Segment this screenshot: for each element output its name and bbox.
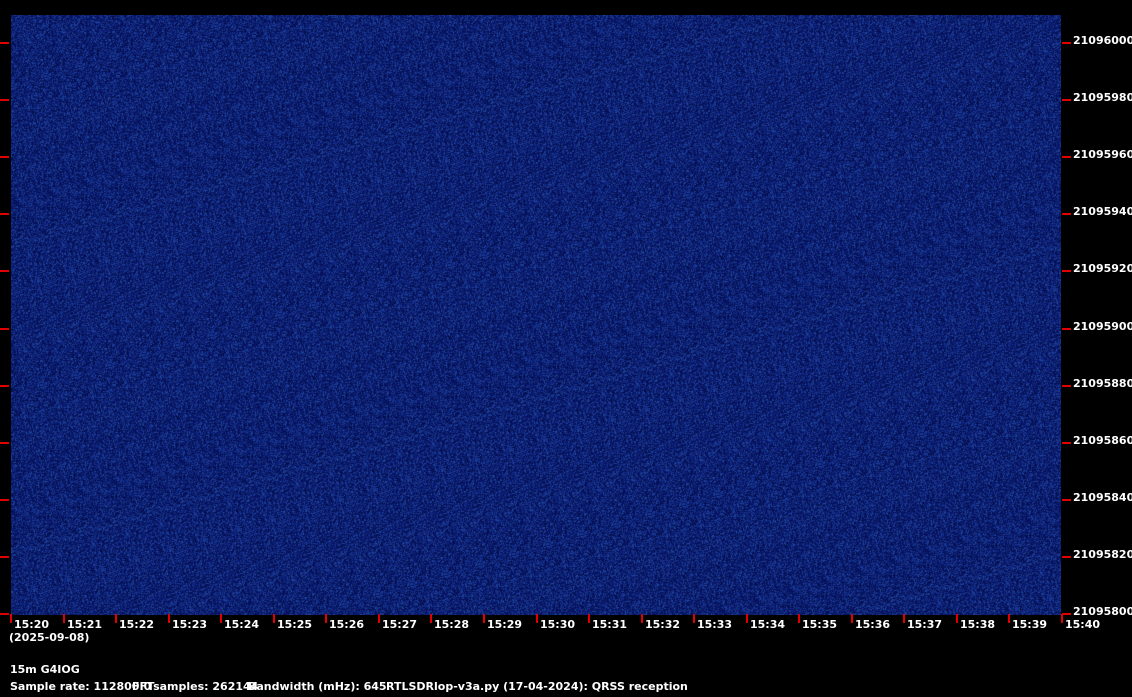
y-tick-label-3: 21095940 xyxy=(1073,205,1132,218)
x-tick-2 xyxy=(115,614,117,623)
y-tick-left-3 xyxy=(0,213,9,215)
y-tick-left-6 xyxy=(0,385,9,387)
x-tick-label-19: 15:39 xyxy=(1012,618,1048,631)
y-tick-label-10: 21095800 xyxy=(1073,605,1132,618)
y-tick-right-0 xyxy=(1062,42,1071,44)
x-tick-label-15: 15:35 xyxy=(802,618,838,631)
y-tick-right-2 xyxy=(1062,156,1071,158)
x-tick-label-6: 15:26 xyxy=(329,618,365,631)
x-tick-8 xyxy=(430,614,432,623)
x-tick-13 xyxy=(693,614,695,623)
y-tick-right-1 xyxy=(1062,99,1071,101)
y-tick-label-1: 21095980 xyxy=(1073,91,1132,104)
y-tick-right-3 xyxy=(1062,213,1071,215)
x-tick-label-13: 15:33 xyxy=(697,618,733,631)
y-tick-left-2 xyxy=(0,156,9,158)
x-tick-label-16: 15:36 xyxy=(855,618,891,631)
y-tick-left-1 xyxy=(0,99,9,101)
y-tick-right-10 xyxy=(1062,613,1071,615)
x-tick-label-1: 15:21 xyxy=(67,618,103,631)
y-tick-label-8: 21095840 xyxy=(1073,491,1132,504)
x-tick-0 xyxy=(10,614,12,623)
y-tick-left-10 xyxy=(0,613,9,615)
x-tick-label-18: 15:38 xyxy=(960,618,996,631)
x-tick-5 xyxy=(273,614,275,623)
sample-rate-label: Sample rate: 112800.0 xyxy=(10,680,152,693)
x-tick-18 xyxy=(956,614,958,623)
x-tick-label-12: 15:32 xyxy=(645,618,681,631)
x-tick-7 xyxy=(378,614,380,623)
x-tick-1 xyxy=(63,614,65,623)
bandwidth-label: Bandwidth (mHz): 645 xyxy=(248,680,387,693)
y-tick-right-5 xyxy=(1062,328,1071,330)
y-tick-left-4 xyxy=(0,270,9,272)
x-tick-label-20: 15:40 xyxy=(1065,618,1101,631)
y-tick-right-6 xyxy=(1062,385,1071,387)
y-tick-label-9: 21095820 xyxy=(1073,548,1132,561)
x-tick-6 xyxy=(325,614,327,623)
x-tick-label-11: 15:31 xyxy=(592,618,628,631)
spectrogram-canvas xyxy=(11,15,1061,615)
x-tick-label-17: 15:37 xyxy=(907,618,943,631)
y-tick-label-4: 21095920 xyxy=(1073,262,1132,275)
x-tick-10 xyxy=(536,614,538,623)
y-tick-left-0 xyxy=(0,42,9,44)
fft-samples-label: FFTsamples: 262144 xyxy=(132,680,259,693)
x-tick-14 xyxy=(746,614,748,623)
x-tick-19 xyxy=(1008,614,1010,623)
program-label: RTLSDRlop-v3a.py (17-04-2024): QRSS rece… xyxy=(386,680,688,693)
x-tick-label-8: 15:28 xyxy=(434,618,470,631)
x-tick-3 xyxy=(168,614,170,623)
x-tick-4 xyxy=(220,614,222,623)
y-tick-label-6: 21095880 xyxy=(1073,377,1132,390)
x-tick-20 xyxy=(1061,614,1063,623)
x-tick-label-7: 15:27 xyxy=(382,618,418,631)
x-tick-label-0: 15:20 xyxy=(14,618,50,631)
x-tick-label-14: 15:34 xyxy=(750,618,786,631)
y-tick-left-7 xyxy=(0,442,9,444)
y-tick-right-9 xyxy=(1062,556,1071,558)
x-tick-label-9: 15:29 xyxy=(487,618,523,631)
x-tick-label-10: 15:30 xyxy=(540,618,576,631)
y-tick-label-2: 21095960 xyxy=(1073,148,1132,161)
x-tick-17 xyxy=(903,614,905,623)
y-tick-right-8 xyxy=(1062,499,1071,501)
date-label: (2025-09-08) xyxy=(9,631,90,644)
x-tick-label-5: 15:25 xyxy=(277,618,313,631)
y-tick-left-8 xyxy=(0,499,9,501)
y-tick-label-5: 21095900 xyxy=(1073,320,1132,333)
x-tick-15 xyxy=(798,614,800,623)
y-tick-left-9 xyxy=(0,556,9,558)
x-tick-label-4: 15:24 xyxy=(224,618,260,631)
y-tick-right-7 xyxy=(1062,442,1071,444)
station-label: 15m G4IOG xyxy=(10,663,80,676)
x-tick-9 xyxy=(483,614,485,623)
y-tick-label-0: 21096000 xyxy=(1073,34,1132,47)
x-tick-16 xyxy=(851,614,853,623)
y-tick-right-4 xyxy=(1062,270,1071,272)
x-tick-12 xyxy=(641,614,643,623)
spectrogram-plot xyxy=(11,15,1061,615)
x-tick-label-2: 15:22 xyxy=(119,618,155,631)
y-tick-left-5 xyxy=(0,328,9,330)
x-tick-11 xyxy=(588,614,590,623)
y-tick-label-7: 21095860 xyxy=(1073,434,1132,447)
x-tick-label-3: 15:23 xyxy=(172,618,208,631)
